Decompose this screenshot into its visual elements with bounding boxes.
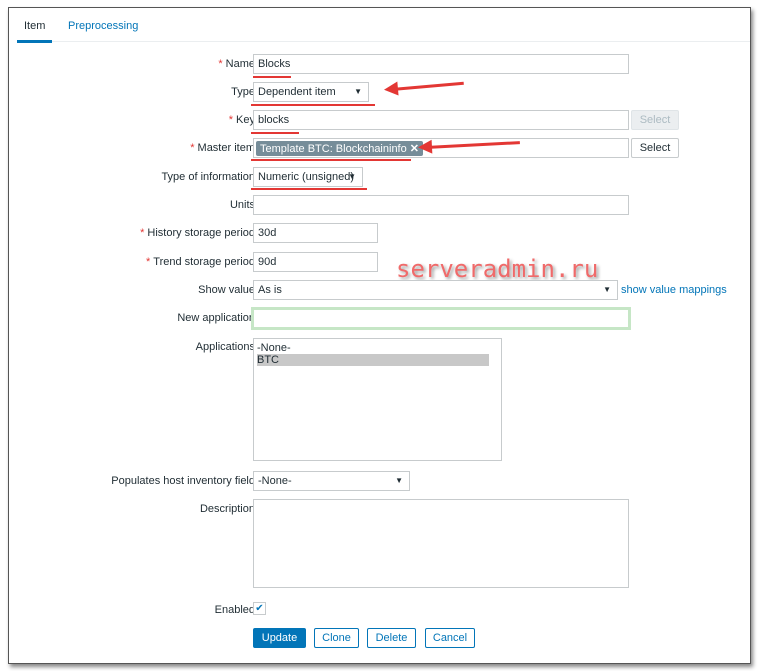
inventory-label: Populates host inventory field bbox=[111, 475, 255, 487]
type-of-information-select[interactable]: Numeric (unsigned) bbox=[253, 167, 363, 187]
master-item-label: * Master item bbox=[190, 142, 255, 154]
units-label: Units bbox=[229, 199, 255, 211]
tab-bar: Item Preprocessing bbox=[17, 8, 750, 43]
description-label: Description bbox=[199, 503, 255, 515]
inventory-select[interactable]: -None- bbox=[253, 471, 410, 491]
clone-button[interactable]: Clone bbox=[314, 628, 359, 648]
type-label: Type bbox=[231, 86, 255, 98]
type-select[interactable]: Dependent item bbox=[253, 82, 369, 102]
key-input[interactable]: blocks bbox=[253, 110, 629, 130]
trend-label: * Trend storage period bbox=[146, 256, 255, 268]
enabled-checkbox[interactable]: ✔ bbox=[253, 602, 266, 615]
name-label: * Name bbox=[218, 58, 255, 70]
description-textarea[interactable] bbox=[253, 499, 629, 588]
name-input[interactable]: Blocks bbox=[253, 54, 629, 74]
update-button[interactable]: Update bbox=[253, 628, 306, 648]
trend-input[interactable]: 90d bbox=[253, 252, 378, 272]
delete-button[interactable]: Delete bbox=[367, 628, 416, 648]
master-item-select-button[interactable]: Select bbox=[631, 138, 679, 158]
check-icon: ✔ bbox=[255, 603, 264, 614]
application-option[interactable]: -None- bbox=[257, 342, 498, 354]
key-label: * Key bbox=[228, 114, 255, 126]
show-value-select[interactable]: As is bbox=[253, 280, 618, 300]
watermark: serveradmin.ru bbox=[396, 255, 599, 283]
master-item-chip: Template BTC: Blockchaininfo ✕ bbox=[256, 141, 424, 156]
new-application-input[interactable] bbox=[251, 307, 631, 330]
type-of-information-label: Type of information bbox=[161, 171, 255, 183]
tab-item[interactable]: Item bbox=[17, 20, 53, 43]
enabled-label: Enabled bbox=[214, 604, 255, 616]
key-select-button[interactable]: Select bbox=[631, 110, 679, 130]
show-value-mappings-link[interactable]: show value mappings bbox=[621, 284, 727, 296]
show-value-label: Show value bbox=[198, 284, 255, 296]
applications-listbox[interactable]: -None- BTC bbox=[253, 338, 502, 461]
units-input[interactable] bbox=[253, 195, 629, 215]
applications-label: Applications bbox=[195, 341, 255, 353]
application-option-selected[interactable]: BTC bbox=[257, 354, 489, 366]
new-application-label: New application bbox=[177, 312, 255, 324]
history-label: * History storage period bbox=[140, 227, 255, 239]
cancel-button[interactable]: Cancel bbox=[425, 628, 475, 648]
tab-preprocessing[interactable]: Preprocessing bbox=[68, 20, 138, 32]
history-input[interactable]: 30d bbox=[253, 223, 378, 243]
